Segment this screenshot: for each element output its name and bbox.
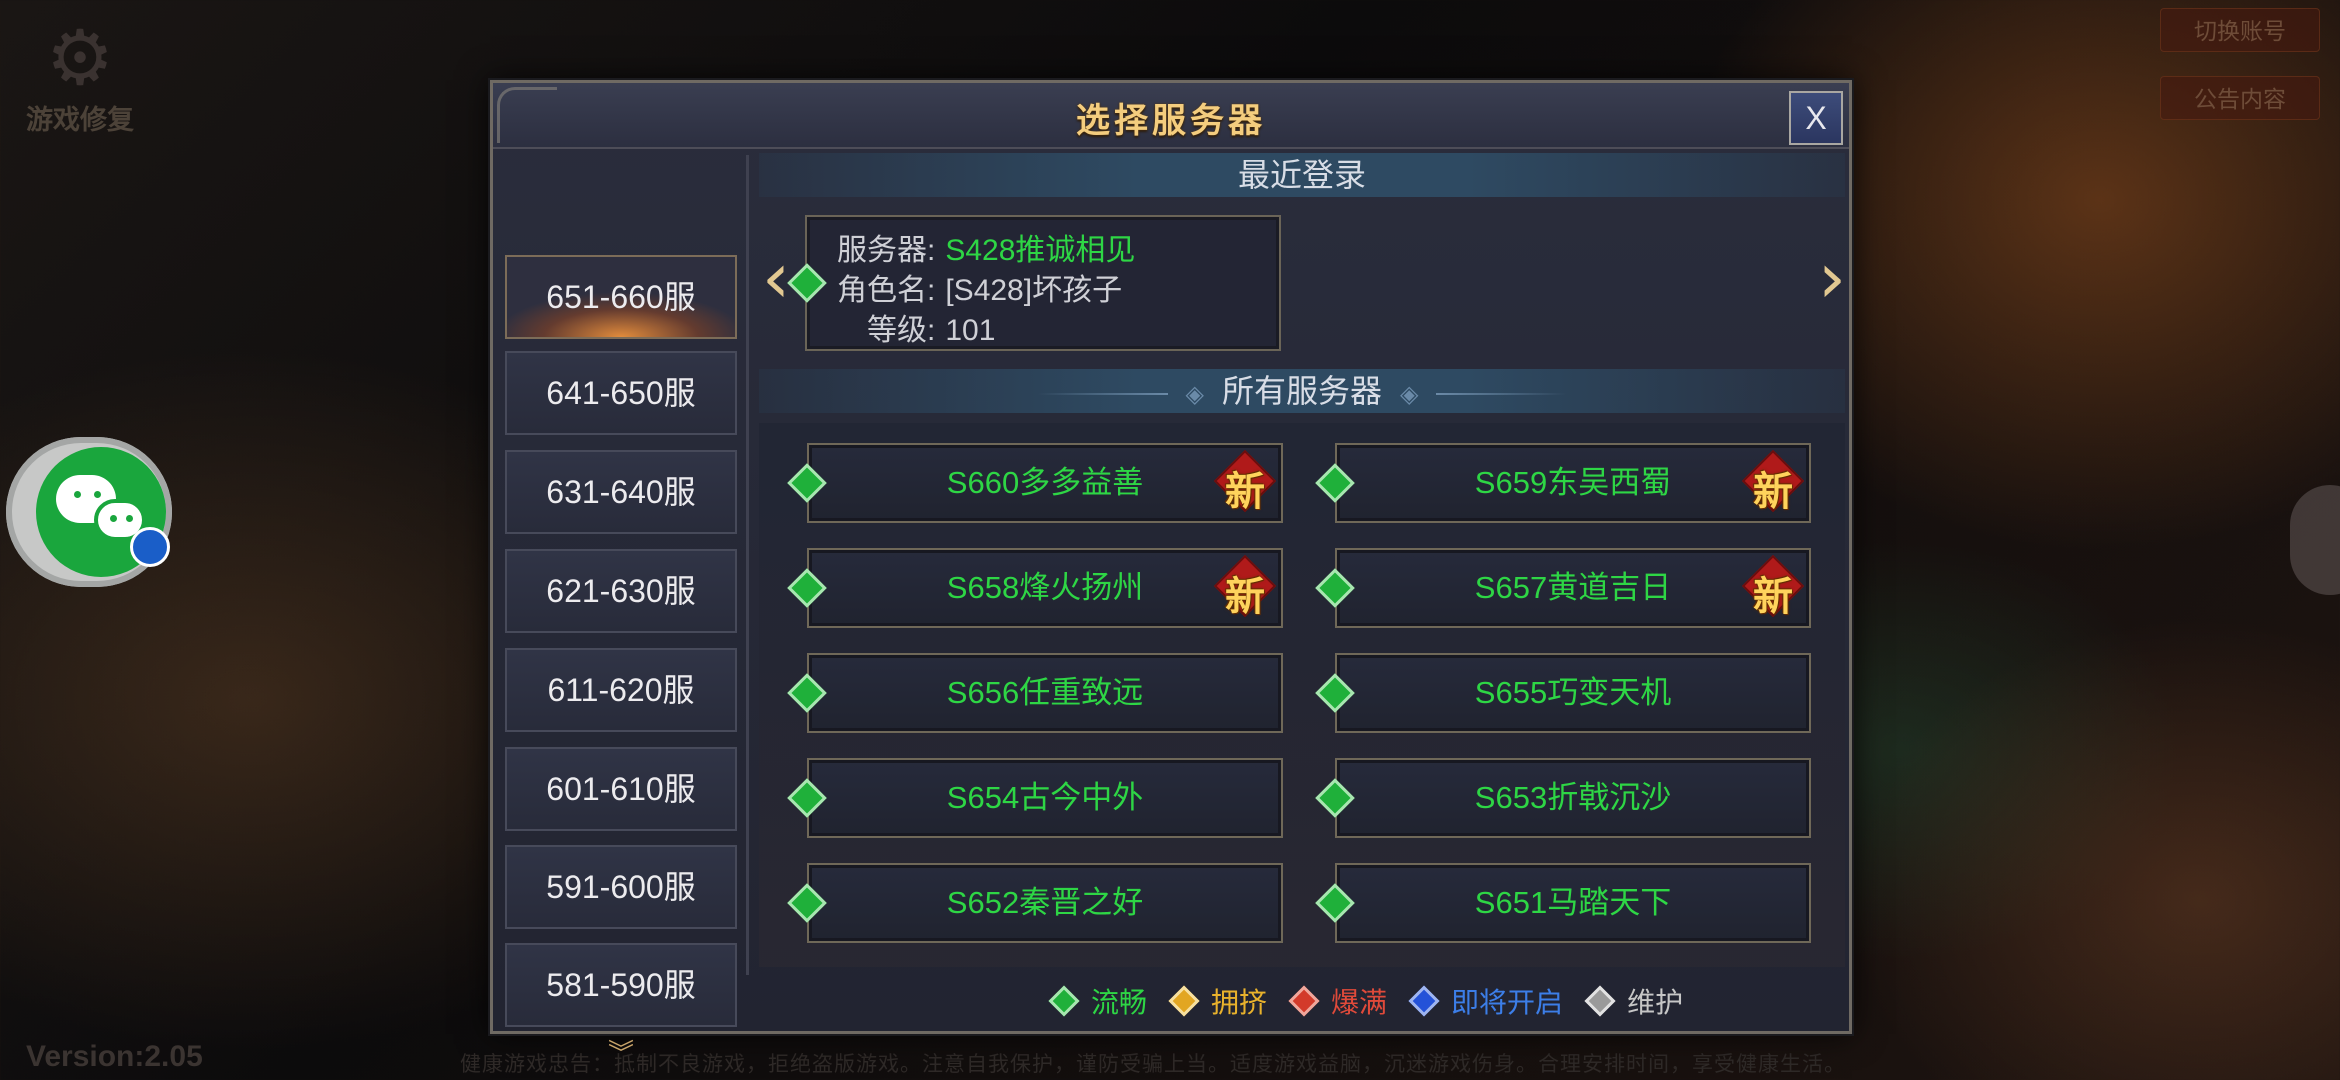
server-range-list: 651-660服 641-650服 631-640服 621-630服 611-… — [499, 155, 749, 1067]
new-badge-icon: 新 — [1741, 554, 1805, 620]
server-select-dialog: 选择服务器 X 651-660服 641-650服 631-640服 621-6… — [490, 80, 1852, 1067]
switch-account-button[interactable]: 切换账号 — [2160, 8, 2320, 52]
server-button-s656[interactable]: S656任重致远 — [787, 653, 1283, 733]
recent-server-row: 服务器: S428推诚相见 — [837, 225, 1135, 269]
ornament-icon: ◈ — [1185, 381, 1204, 408]
server-button-s652[interactable]: S652秦晋之好 — [787, 863, 1283, 943]
server-name: S659东吴西蜀 — [1474, 465, 1672, 500]
level-label: 等级: — [867, 314, 936, 347]
diamond-red-icon — [1288, 985, 1320, 1017]
ornament-icon: ◈ — [1400, 381, 1419, 408]
server-button-s660[interactable]: S660多多益善 新 — [787, 443, 1283, 523]
dialog-header: 选择服务器 X — [493, 83, 1849, 149]
close-button[interactable]: X — [1789, 91, 1843, 145]
status-legend: 流畅 拥挤 爆满 即将开启 维护 — [1048, 971, 1709, 1031]
recent-server-card[interactable]: 服务器: S428推诚相见 角色名: [S428]坏孩子 等级: 101 — [787, 215, 1281, 351]
server-button-s654[interactable]: S654古今中外 — [787, 758, 1283, 838]
recent-role-row: 角色名: [S428]坏孩子 — [837, 265, 1122, 309]
scroll-down-chevron-icon[interactable]: ︾ — [505, 1041, 737, 1067]
recent-login-header: 最近登录 — [759, 153, 1845, 197]
recent-server-name: S428推诚相见 — [945, 234, 1136, 267]
server-button-s653[interactable]: S653折戟沉沙 — [1315, 758, 1811, 838]
recent-login-title: 最近登录 — [1237, 157, 1366, 193]
gear-icon: ⚙ — [45, 13, 115, 102]
range-tab-611-620[interactable]: 611-620服 — [505, 648, 737, 732]
server-label: 服务器: — [837, 234, 936, 267]
new-badge-icon: 新 — [1213, 554, 1277, 620]
server-button-s658[interactable]: S658烽火扬州 新 — [787, 548, 1283, 628]
chevron-right-icon[interactable]: › — [1817, 235, 1847, 321]
server-name: S652秦晋之好 — [946, 885, 1144, 920]
recent-level-value: 101 — [945, 314, 996, 347]
diamond-gray-icon — [1584, 985, 1616, 1017]
status-green-icon — [787, 263, 827, 303]
legend-opening-soon: 即将开启 — [1408, 981, 1563, 1021]
range-tab-641-650[interactable]: 641-650服 — [505, 351, 737, 435]
diamond-yellow-icon — [1168, 985, 1200, 1017]
all-servers-header: ◈ 所有服务器 ◈ — [759, 369, 1845, 413]
recent-level-row: 等级: 101 — [867, 305, 995, 349]
new-badge-icon: 新 — [1741, 449, 1805, 515]
server-name: S653折戟沉沙 — [1474, 780, 1672, 815]
server-button-s655[interactable]: S655巧变天机 — [1315, 653, 1811, 733]
range-tab-591-600[interactable]: 591-600服 — [505, 845, 737, 929]
game-repair-button[interactable]: ⚙ 游戏修复 — [20, 13, 140, 136]
side-menu-button[interactable] — [2290, 485, 2340, 595]
wechat-icon — [36, 447, 170, 577]
server-name: S657黄道吉日 — [1474, 570, 1672, 605]
recent-role-name: [S428]坏孩子 — [945, 274, 1123, 307]
server-name: S656任重致远 — [946, 675, 1144, 710]
role-label: 角色名: — [837, 274, 936, 307]
new-badge-icon: 新 — [1213, 449, 1277, 515]
announcement-button[interactable]: 公告内容 — [2160, 76, 2320, 120]
legend-smooth: 流畅 — [1048, 981, 1147, 1021]
server-button-s651[interactable]: S651马踏天下 — [1315, 863, 1811, 943]
server-name: S654古今中外 — [946, 780, 1144, 815]
range-tab-631-640[interactable]: 631-640服 — [505, 450, 737, 534]
legend-maintenance: 维护 — [1584, 981, 1683, 1021]
server-name: S658烽火扬州 — [946, 570, 1144, 605]
range-tab-601-610[interactable]: 601-610服 — [505, 747, 737, 831]
version-label: Version:2.05 — [26, 1040, 203, 1073]
diamond-blue-icon — [1408, 985, 1440, 1017]
game-repair-label: 游戏修复 — [26, 105, 134, 135]
diamond-green-icon — [1048, 985, 1080, 1017]
chevron-left-icon[interactable]: ‹ — [761, 235, 791, 321]
server-name: S660多多益善 — [946, 465, 1144, 500]
badge-icon — [130, 527, 170, 567]
dialog-title: 选择服务器 — [1076, 103, 1266, 140]
legend-full: 爆满 — [1288, 981, 1387, 1021]
range-tab-581-590[interactable]: 581-590服 — [505, 943, 737, 1027]
server-button-s659[interactable]: S659东吴西蜀 新 — [1315, 443, 1811, 523]
server-name: S651马踏天下 — [1474, 885, 1672, 920]
range-tab-621-630[interactable]: 621-630服 — [505, 549, 737, 633]
range-tab-651-660[interactable]: 651-660服 — [505, 255, 737, 339]
all-servers-title: 所有服务器 — [1221, 373, 1382, 409]
server-name: S655巧变天机 — [1474, 675, 1672, 710]
server-button-s657[interactable]: S657黄道吉日 新 — [1315, 548, 1811, 628]
legend-crowded: 拥挤 — [1168, 981, 1267, 1021]
wechat-login-button[interactable] — [6, 437, 172, 587]
